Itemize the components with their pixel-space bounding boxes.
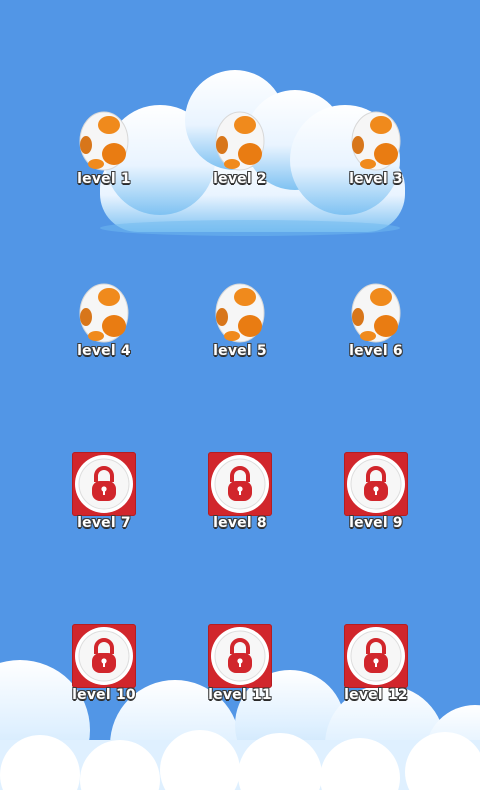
level-label: level 10 [72, 687, 136, 703]
padlock-icon [211, 455, 269, 513]
egg-icon [69, 105, 139, 175]
level-button-2[interactable]: level 2 [185, 105, 295, 205]
level-label: level 8 [213, 515, 267, 531]
level-label: level 5 [213, 343, 267, 359]
level-button-6[interactable]: level 6 [321, 277, 431, 377]
padlock-icon [211, 627, 269, 685]
level-button-12[interactable]: level 12 [321, 621, 431, 721]
level-button-3[interactable]: level 3 [321, 105, 431, 205]
locked-level-tile [208, 624, 272, 688]
egg-icon [69, 277, 139, 347]
level-label: level 2 [213, 171, 267, 187]
padlock-icon [347, 455, 405, 513]
egg-icon [341, 277, 411, 347]
level-label: level 6 [349, 343, 403, 359]
level-button-8[interactable]: level 8 [185, 449, 295, 549]
level-label: level 11 [208, 687, 272, 703]
level-label: level 4 [77, 343, 131, 359]
locked-level-tile [72, 624, 136, 688]
egg-icon [341, 105, 411, 175]
level-select-grid: level 1 level 2 level 3 level 4 level 5 … [0, 0, 480, 800]
padlock-icon [75, 455, 133, 513]
locked-level-tile [208, 452, 272, 516]
level-button-11[interactable]: level 11 [185, 621, 295, 721]
level-button-9[interactable]: level 9 [321, 449, 431, 549]
locked-level-tile [72, 452, 136, 516]
level-button-7[interactable]: level 7 [49, 449, 159, 549]
level-button-10[interactable]: level 10 [49, 621, 159, 721]
level-label: level 3 [349, 171, 403, 187]
locked-level-tile [344, 624, 408, 688]
level-label: level 7 [77, 515, 131, 531]
level-button-1[interactable]: level 1 [49, 105, 159, 205]
level-button-5[interactable]: level 5 [185, 277, 295, 377]
level-button-4[interactable]: level 4 [49, 277, 159, 377]
egg-icon [205, 105, 275, 175]
level-label: level 12 [344, 687, 408, 703]
level-label: level 1 [77, 171, 131, 187]
level-label: level 9 [349, 515, 403, 531]
padlock-icon [75, 627, 133, 685]
locked-level-tile [344, 452, 408, 516]
padlock-icon [347, 627, 405, 685]
egg-icon [205, 277, 275, 347]
